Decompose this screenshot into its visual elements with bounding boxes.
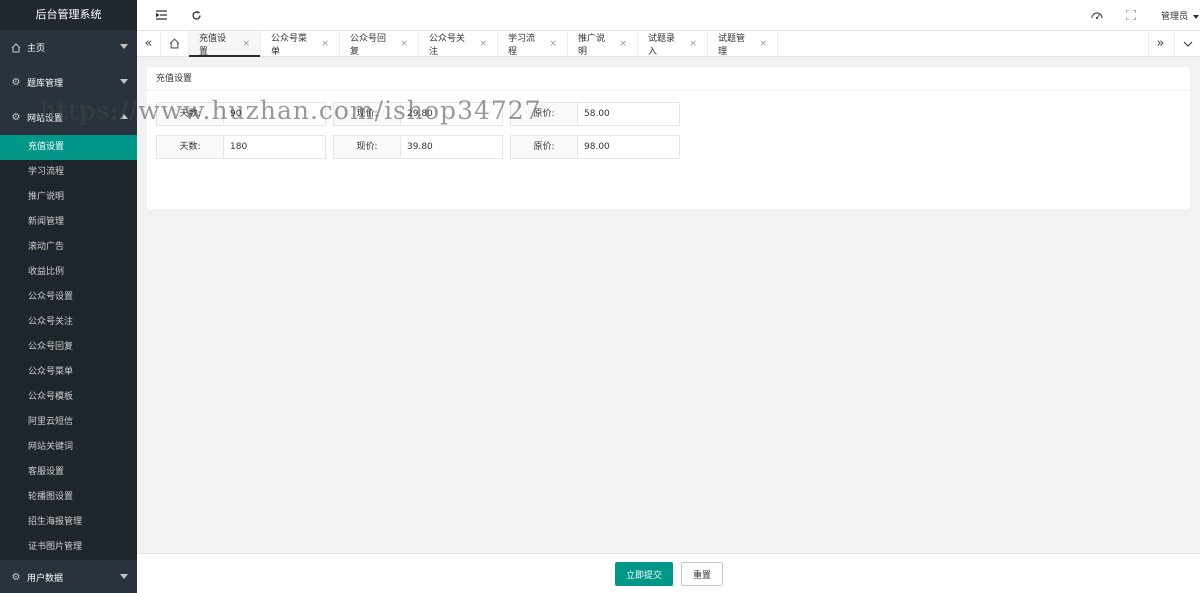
user-name: 管理员 — [1161, 12, 1189, 22]
tab-promotion-note[interactable]: 推广说明 × — [568, 31, 638, 57]
fullscreen-icon[interactable] — [1124, 8, 1138, 22]
sidebar-item-carousel[interactable]: 轮播图设置 — [0, 485, 137, 510]
tab-bar: « 充值设置 × 公众号菜单 × 公众号回复 × 公众号关注 × 学习流程 × 推广说明 ×… — [137, 31, 1200, 57]
gear-icon: ⚙ — [11, 572, 21, 583]
menu-collapse-icon[interactable] — [154, 8, 168, 22]
sidebar-item-recharge-settings[interactable]: 充值设置 — [0, 135, 137, 160]
close-icon[interactable]: × — [619, 39, 627, 49]
tab-recharge-settings[interactable]: 充值设置 × — [189, 31, 261, 57]
close-icon[interactable]: × — [549, 39, 557, 49]
tab-wechat-follow[interactable]: 公众号关注 × — [419, 31, 498, 57]
gear-icon: ⚙ — [11, 77, 21, 88]
chevron-down-icon — [120, 44, 128, 49]
sidebar-item-wechat-menu[interactable]: 公众号菜单 — [0, 360, 137, 385]
close-icon[interactable]: × — [321, 39, 329, 49]
tabs-scroll-right-icon[interactable]: » — [1148, 31, 1172, 56]
sidebar-group-user-data[interactable]: ⚙ 用户数据 — [0, 560, 137, 593]
home-icon — [10, 42, 22, 53]
sidebar-item-scroll-ads[interactable]: 滚动广告 — [0, 235, 137, 260]
chevron-down-icon — [120, 574, 128, 579]
sidebar-item-certificate-images[interactable]: 证书图片管理 — [0, 535, 137, 560]
original-price-label: 原价: — [510, 135, 578, 159]
tabs-scroll-left-icon[interactable]: « — [137, 31, 161, 56]
tab-label: 公众号关注 — [429, 33, 466, 57]
tab-label: 试题录入 — [648, 33, 676, 57]
price-label: 现价: — [333, 135, 401, 159]
close-icon[interactable]: × — [400, 39, 408, 49]
sidebar-submenu: 充值设置 学习流程 推广说明 新闻管理 滚动广告 收益比例 公众号设置 公众号关… — [0, 135, 137, 560]
price-field: 现价: — [333, 135, 503, 159]
tab-label: 学习流程 — [508, 33, 536, 57]
sidebar-item-customer-service[interactable]: 客服设置 — [0, 460, 137, 485]
sidebar-item-revenue-ratio[interactable]: 收益比例 — [0, 260, 137, 285]
sidebar-item-study-flow[interactable]: 学习流程 — [0, 160, 137, 185]
tab-label: 推广说明 — [578, 33, 606, 57]
sidebar-group-label: 用户数据 — [27, 574, 64, 584]
top-header: 管理员 — [137, 0, 1200, 31]
card-title: 充值设置 — [147, 67, 1190, 91]
sidebar-item-site-keywords[interactable]: 网站关键词 — [0, 435, 137, 460]
form-footer: 立即提交 重置 — [137, 553, 1200, 593]
sidebar-item-promotion-note[interactable]: 推广说明 — [0, 185, 137, 210]
close-icon[interactable]: × — [759, 39, 767, 49]
tab-label: 试题管理 — [718, 33, 746, 57]
original-price-field: 原价: — [510, 135, 680, 159]
sidebar-item-aliyun-sms[interactable]: 阿里云短信 — [0, 410, 137, 435]
tab-question-entry[interactable]: 试题录入 × — [638, 31, 708, 57]
sidebar-group-label: 题库管理 — [27, 79, 64, 89]
tab-label: 公众号菜单 — [271, 33, 308, 57]
sidebar-item-news[interactable]: 新闻管理 — [0, 210, 137, 235]
sidebar-group-home[interactable]: 主页 — [0, 30, 137, 65]
close-icon[interactable]: × — [689, 39, 697, 49]
original-price-input[interactable] — [578, 102, 680, 126]
days-label: 天数: — [156, 135, 224, 159]
price-input[interactable] — [401, 135, 503, 159]
gear-icon: ⚙ — [11, 112, 21, 123]
sidebar-item-wechat-settings[interactable]: 公众号设置 — [0, 285, 137, 310]
submit-button[interactable]: 立即提交 — [615, 562, 673, 586]
close-icon[interactable]: × — [479, 39, 487, 49]
sidebar-group-question-bank[interactable]: ⚙ 题库管理 — [0, 65, 137, 100]
chevron-down-icon — [1192, 14, 1199, 19]
recharge-settings-card: 充值设置 天数: 现价: 原价: 天数: 现价: 原价: — [147, 67, 1190, 209]
sidebar-item-wechat-follow[interactable]: 公众号关注 — [0, 310, 137, 335]
user-menu[interactable]: 管理员 — [1161, 9, 1199, 22]
original-price-input[interactable] — [578, 135, 680, 159]
home-tab-icon[interactable] — [161, 31, 189, 56]
chevron-down-icon — [120, 79, 128, 84]
days-input[interactable] — [224, 135, 326, 159]
reset-button[interactable]: 重置 — [681, 562, 723, 586]
tab-study-flow[interactable]: 学习流程 × — [498, 31, 568, 57]
days-field: 天数: — [156, 135, 326, 159]
tab-wechat-reply[interactable]: 公众号回复 × — [340, 31, 419, 57]
watermark-text: https://www.huzhan.com/ishop34727 — [40, 96, 542, 125]
recharge-row: 天数: 现价: 原价: — [156, 135, 687, 159]
sidebar: 后台管理系统 主页 ⚙ 题库管理 ⚙ 网站设置 充值设置 学习流程 推广说明 新… — [0, 0, 137, 593]
sidebar-item-wechat-reply[interactable]: 公众号回复 — [0, 335, 137, 360]
tab-label: 公众号回复 — [350, 33, 387, 57]
refresh-icon[interactable] — [189, 8, 203, 22]
sidebar-item-enroll-poster[interactable]: 招生海报管理 — [0, 510, 137, 535]
tab-question-management[interactable]: 试题管理 × — [708, 31, 778, 57]
app-title: 后台管理系统 — [0, 0, 137, 30]
sidebar-group-label: 主页 — [27, 44, 46, 54]
theme-icon[interactable] — [1090, 8, 1104, 22]
tab-wechat-menu[interactable]: 公众号菜单 × — [261, 31, 340, 57]
tabs-dropdown-icon[interactable] — [1174, 31, 1200, 56]
tab-label: 充值设置 — [199, 33, 227, 57]
sidebar-item-wechat-template[interactable]: 公众号模板 — [0, 385, 137, 410]
close-icon[interactable]: × — [242, 39, 250, 49]
